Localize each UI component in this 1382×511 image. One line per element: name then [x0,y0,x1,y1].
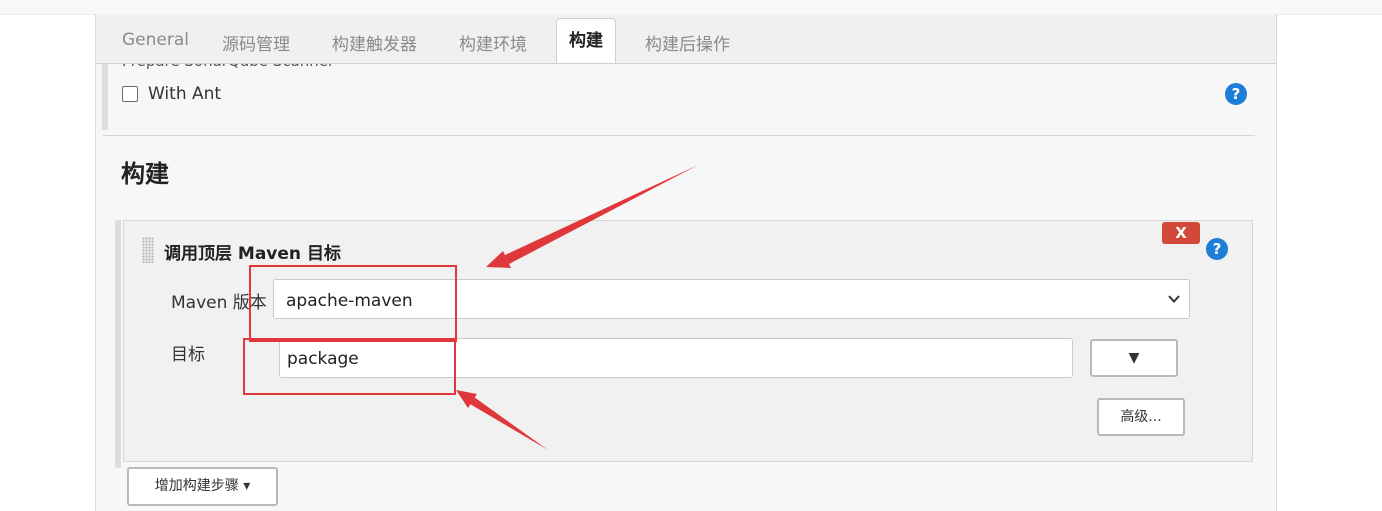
tab-post-build[interactable]: 构建后操作 [645,30,730,55]
expand-goals-button[interactable]: ▼ [1090,339,1178,377]
maven-version-value: apache-maven [286,291,413,311]
previous-section-bar [102,64,108,130]
goals-value: package [287,349,359,369]
step-help-icon[interactable]: ? [1206,238,1228,260]
browser-top-strip [0,0,1382,15]
goals-label: 目标 [171,345,205,365]
section-divider [103,135,1255,136]
help-icon[interactable]: ? [1225,83,1247,105]
tab-build-triggers[interactable]: 构建触发器 [332,30,417,55]
build-step-bar [115,220,121,468]
tab-general[interactable]: General [122,30,189,50]
chevron-down-icon [1168,295,1180,303]
build-step-title: 调用顶层 Maven 目标 [164,244,341,264]
with-ant-label: With Ant [148,84,222,104]
goals-input[interactable]: package [279,338,1073,378]
maven-build-step: 调用顶层 Maven 目标 X ? Maven 版本 apache-maven … [123,220,1253,462]
clipped-previous-text: Prepare SonarQube Scanner [122,64,422,70]
drag-handle-icon[interactable] [142,237,154,263]
tab-scm[interactable]: 源码管理 [222,30,290,55]
maven-version-label: Maven 版本 [171,293,267,313]
with-ant-checkbox[interactable] [122,86,138,102]
delete-step-button[interactable]: X [1162,222,1200,244]
maven-version-select[interactable]: apache-maven [273,279,1190,319]
config-panel: General 源码管理 构建触发器 构建环境 构建 构建后操作 Prepare… [95,14,1277,511]
tab-build[interactable]: 构建 [556,18,616,63]
with-ant-option[interactable]: With Ant [122,84,221,104]
tab-bar: General 源码管理 构建触发器 构建环境 构建 构建后操作 [96,14,1276,64]
build-section-title: 构建 [121,160,169,188]
advanced-button[interactable]: 高级... [1097,398,1185,436]
add-build-step-button[interactable]: 增加构建步骤 ▾ [127,467,278,506]
tab-build-environment[interactable]: 构建环境 [459,30,527,55]
